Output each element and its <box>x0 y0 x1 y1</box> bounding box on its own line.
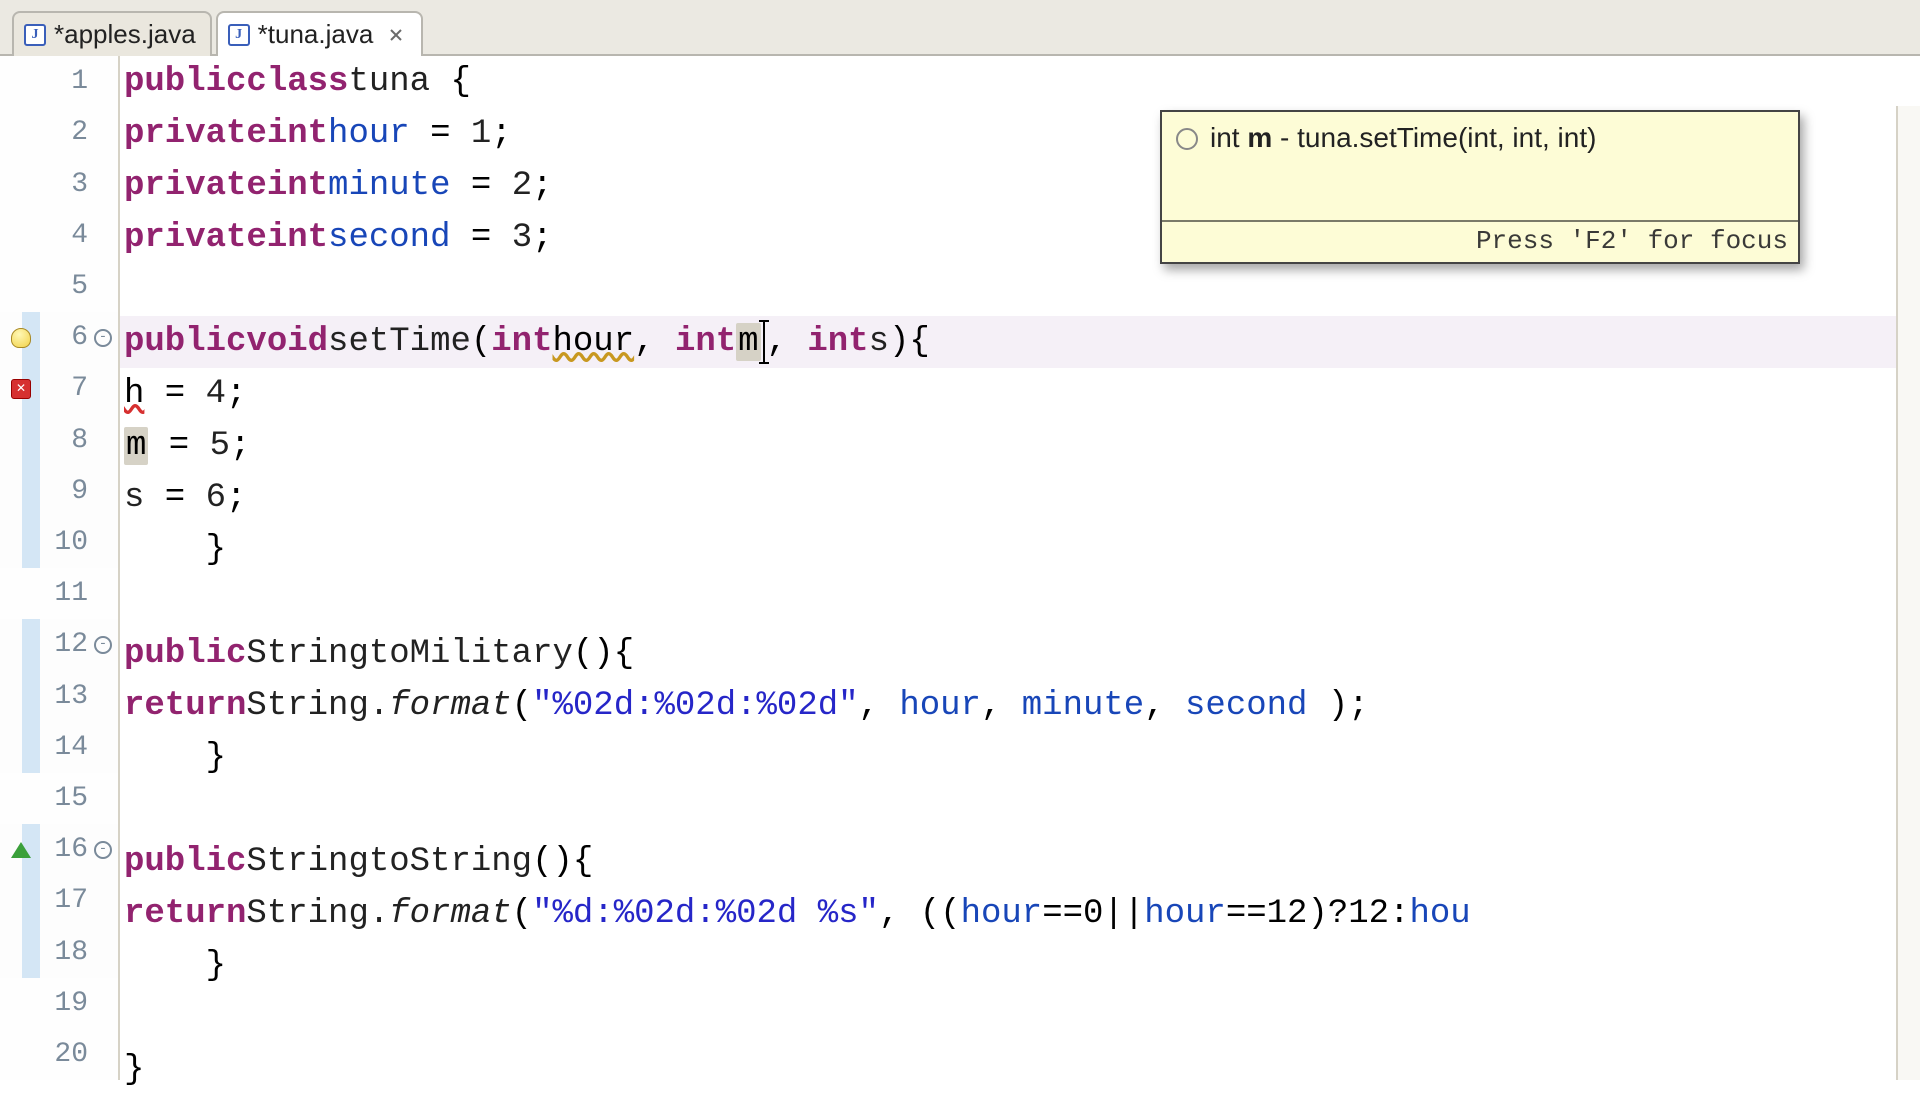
code-line: } <box>120 524 1920 576</box>
java-file-icon: J <box>24 24 46 46</box>
gutter-line: 8 <box>0 414 118 465</box>
tooltip-body: int m - tuna.setTime(int, int, int) <box>1162 112 1798 222</box>
gutter-line: 20 <box>0 1029 118 1080</box>
gutter-line: 12 <box>0 619 118 670</box>
line-number-gutter[interactable]: 1 2 3 4 5 6 7 8 9 10 11 12 13 14 <box>0 56 120 1080</box>
close-icon[interactable] <box>385 24 407 46</box>
error-icon[interactable] <box>11 379 31 399</box>
gutter-line: 9 <box>0 466 118 517</box>
variable-icon <box>1176 128 1198 150</box>
editor-tab-bar: J *apples.java J *tuna.java <box>0 0 1920 56</box>
tab-label: *tuna.java <box>258 19 374 50</box>
gutter-line: 18 <box>0 926 118 977</box>
code-line: } <box>120 940 1920 992</box>
fold-toggle-icon[interactable] <box>94 329 112 347</box>
code-line: s = 6; <box>120 472 1920 524</box>
code-line: } <box>120 1044 1920 1096</box>
gutter-line: 2 <box>0 107 118 158</box>
gutter-line: 15 <box>0 773 118 824</box>
fold-toggle-icon[interactable] <box>94 636 112 654</box>
code-line: return String.format("%d:%02d:%02d %s", … <box>120 888 1920 940</box>
code-line <box>120 784 1920 836</box>
code-line <box>120 992 1920 1044</box>
gutter-line: 6 <box>0 312 118 363</box>
gutter-line: 7 <box>0 363 118 414</box>
gutter-line: 11 <box>0 568 118 619</box>
fold-toggle-icon[interactable] <box>94 841 112 859</box>
code-line: h = 4; <box>120 368 1920 420</box>
text-cursor <box>763 322 765 362</box>
overview-ruler[interactable] <box>1896 106 1920 1080</box>
code-line: public String toMilitary(){ <box>120 628 1920 680</box>
hover-info-tooltip: int m - tuna.setTime(int, int, int) Pres… <box>1160 110 1800 264</box>
gutter-line: 3 <box>0 158 118 209</box>
tab-tuna-java[interactable]: J *tuna.java <box>216 11 424 56</box>
code-line: public class tuna { <box>120 56 1920 108</box>
gutter-line: 5 <box>0 261 118 312</box>
code-line: public void setTime(int hour, int m, int… <box>120 316 1920 368</box>
editor-window: J *apples.java J *tuna.java 1 2 3 4 5 6 <box>0 0 1920 1080</box>
gutter-line: 10 <box>0 517 118 568</box>
gutter-line: 13 <box>0 670 118 721</box>
code-line <box>120 264 1920 316</box>
code-line: m = 5; <box>120 420 1920 472</box>
gutter-line: 16 <box>0 824 118 875</box>
tab-label: *apples.java <box>54 19 196 50</box>
code-line: return String.format("%02d:%02d:%02d", h… <box>120 680 1920 732</box>
code-line: } <box>120 732 1920 784</box>
gutter-line: 17 <box>0 875 118 926</box>
gutter-line: 1 <box>0 56 118 107</box>
gutter-line: 19 <box>0 978 118 1029</box>
gutter-line: 4 <box>0 210 118 261</box>
editor-body: 1 2 3 4 5 6 7 8 9 10 11 12 13 14 <box>0 56 1920 1080</box>
quickfix-icon[interactable] <box>11 328 31 348</box>
java-file-icon: J <box>228 24 250 46</box>
code-line <box>120 576 1920 628</box>
tooltip-footer: Press 'F2' for focus <box>1162 222 1798 262</box>
override-icon[interactable] <box>11 842 31 858</box>
code-line: public String toString(){ <box>120 836 1920 888</box>
code-editor[interactable]: public class tuna { private int hour = 1… <box>120 56 1920 1080</box>
tab-apples-java[interactable]: J *apples.java <box>12 11 212 56</box>
gutter-line: 14 <box>0 722 118 773</box>
tooltip-text: int m - tuna.setTime(int, int, int) <box>1210 122 1596 154</box>
